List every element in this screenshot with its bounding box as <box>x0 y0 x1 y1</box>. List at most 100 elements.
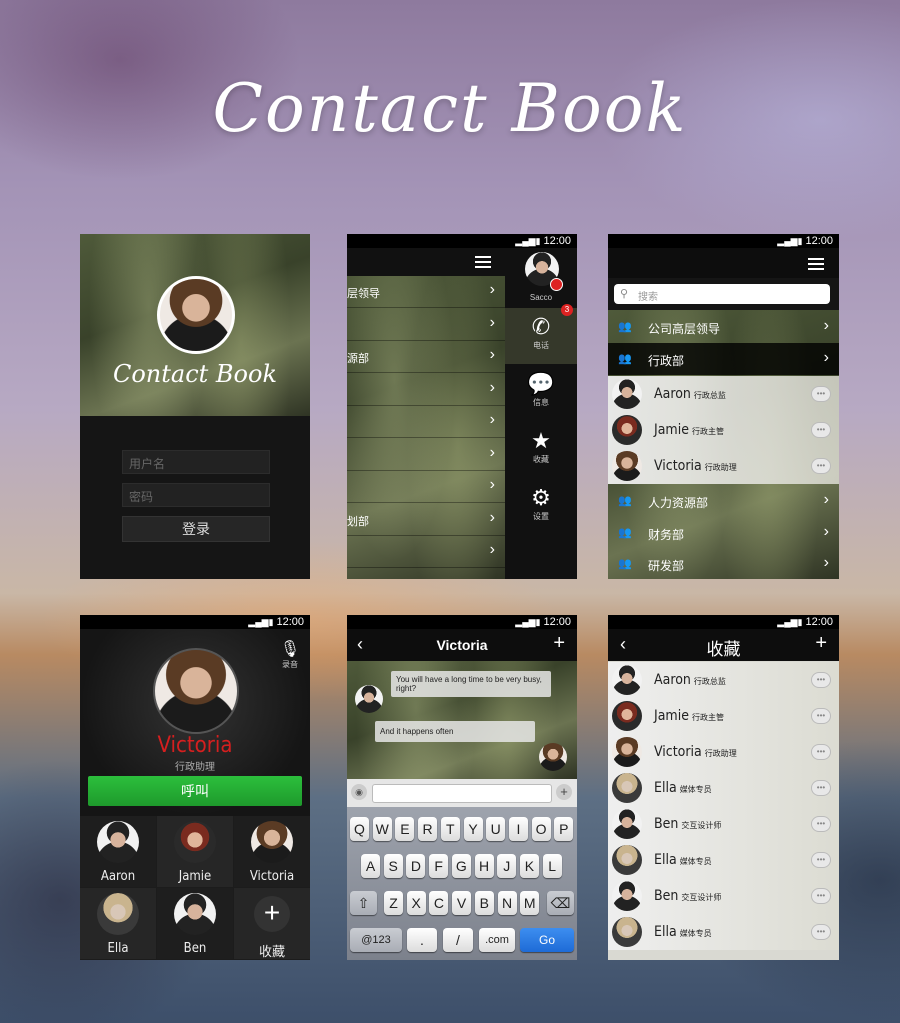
message-icon[interactable]: ••• <box>811 744 831 760</box>
message-icon[interactable]: ••• <box>811 888 831 904</box>
message-icon[interactable]: ••• <box>811 708 831 724</box>
contact-row[interactable]: Ella 媒体专员 ••• <box>608 770 839 806</box>
group-row[interactable]: 👥 公司高层领导 › <box>608 311 839 343</box>
group-row[interactable]: 👥 财务部 › <box>608 517 839 549</box>
contact-row[interactable]: Ben 交互设计师 ••• <box>608 806 839 842</box>
key-r[interactable]: R <box>418 817 438 841</box>
drawer-menu-row[interactable]: 源部 › <box>347 341 505 373</box>
quick-dial-jamie[interactable]: Jamie <box>157 816 233 887</box>
key-w[interactable]: W <box>372 817 392 841</box>
message-icon[interactable]: ••• <box>811 458 831 474</box>
key-n[interactable]: N <box>497 891 517 915</box>
login-button[interactable]: 登录 <box>122 516 270 542</box>
quick-dial-aaron[interactable]: Aaron <box>80 816 156 887</box>
key-a[interactable]: A <box>361 854 380 878</box>
numbers-key[interactable]: @123 <box>350 928 402 952</box>
contact-row[interactable]: Ella 媒体专员 ••• <box>608 914 839 950</box>
record-label: 录音 <box>282 660 298 669</box>
dotcom-key[interactable]: .com <box>479 928 515 952</box>
drawer-menu-row[interactable]: › <box>347 309 505 341</box>
contact-avatar <box>612 845 642 875</box>
key-o[interactable]: O <box>531 817 551 841</box>
quick-dial-ella[interactable]: Ella <box>80 888 156 959</box>
message-icon[interactable]: ••• <box>811 852 831 868</box>
group-row[interactable]: 👥 研发部 › <box>608 548 839 579</box>
drawer-item-star[interactable]: ★ 收藏 <box>505 422 577 478</box>
drawer-content: 层领导 › › 源部 › › › › › 划部 › › <box>347 248 505 579</box>
password-field[interactable]: 密码 <box>122 483 270 507</box>
contact-row[interactable]: Victoria 行政助理 ••• <box>608 734 839 770</box>
contact-row[interactable]: Aaron 行政总监 ••• <box>608 376 839 412</box>
call-button[interactable]: 呼叫 <box>88 776 302 806</box>
drawer-item-gear[interactable]: ⚙ 设置 <box>505 479 577 535</box>
key-c[interactable]: C <box>429 891 449 915</box>
key-j[interactable]: J <box>497 854 517 878</box>
message-icon[interactable]: ••• <box>811 422 831 438</box>
key-u[interactable]: U <box>486 817 506 841</box>
key-e[interactable]: E <box>395 817 415 841</box>
message-icon[interactable]: ••• <box>811 924 831 940</box>
message-icon[interactable]: ••• <box>811 386 831 402</box>
message-icon[interactable]: ••• <box>811 816 831 832</box>
message-icon[interactable]: ••• <box>811 672 831 688</box>
key-l[interactable]: L <box>542 854 562 878</box>
contact-role: 行政总监 <box>693 677 726 686</box>
drawer-menu-row[interactable]: 层领导 › <box>347 276 505 308</box>
key-z[interactable]: Z <box>384 891 403 915</box>
drawer-menu-row[interactable]: 划部 › <box>347 504 505 536</box>
dot-key[interactable]: . <box>407 928 437 952</box>
group-label: 公司高层领导 <box>648 322 721 336</box>
key-s[interactable]: S <box>383 854 403 878</box>
contact-row[interactable]: Jamie 行政主管 ••• <box>608 698 839 734</box>
contact-name-text: Aaron <box>654 672 691 688</box>
contact-row[interactable]: Jamie 行政主管 ••• <box>608 412 839 448</box>
drawer-menu-row[interactable]: › <box>347 439 505 471</box>
contact-row[interactable]: Ella 媒体专员 ••• <box>608 842 839 878</box>
voice-icon[interactable]: ◉ <box>351 784 367 800</box>
contact-row[interactable]: Aaron 行政总监 ••• <box>608 662 839 698</box>
group-row[interactable]: 👥 人力资源部 › <box>608 485 839 517</box>
drawer-menu-row[interactable]: › <box>347 471 505 503</box>
drawer-item-message[interactable]: 💬 信息 <box>505 365 577 421</box>
backspace-key[interactable]: ⌫ <box>547 891 574 915</box>
drawer-menu-row[interactable]: › <box>347 374 505 406</box>
key-d[interactable]: D <box>406 854 426 878</box>
menu-icon[interactable] <box>808 258 824 270</box>
contact-row[interactable]: Ben 交互设计师 ••• <box>608 878 839 914</box>
key-h[interactable]: H <box>474 854 494 878</box>
record-button[interactable]: 🎙 录音 <box>278 639 302 670</box>
key-v[interactable]: V <box>452 891 472 915</box>
add-icon[interactable]: + <box>815 632 827 655</box>
contact-row[interactable]: Victoria 行政助理 ••• <box>608 448 839 484</box>
username-placeholder: 用户名 <box>129 457 166 471</box>
key-g[interactable]: G <box>451 854 471 878</box>
quick-dial-victoria[interactable]: Victoria <box>234 816 310 887</box>
drawer-item-phone[interactable]: ✆ 电话 3 <box>505 304 577 364</box>
drawer-menu-row[interactable]: › <box>347 536 505 568</box>
drawer-menu-row[interactable]: › <box>347 406 505 438</box>
key-y[interactable]: Y <box>463 817 483 841</box>
add-favorite-button[interactable]: + 收藏 <box>234 888 310 960</box>
key-q[interactable]: Q <box>350 817 369 841</box>
message-input[interactable] <box>372 784 552 803</box>
menu-icon[interactable] <box>475 256 491 268</box>
key-f[interactable]: F <box>429 854 449 878</box>
shift-key[interactable]: ⇧ <box>350 891 377 915</box>
contact-avatar <box>612 773 642 803</box>
go-key[interactable]: Go <box>520 928 574 952</box>
key-k[interactable]: K <box>519 854 539 878</box>
quick-dial-ben[interactable]: Ben <box>157 888 233 959</box>
slash-key[interactable]: / <box>443 928 473 952</box>
key-t[interactable]: T <box>440 817 460 841</box>
message-icon[interactable]: ••• <box>811 780 831 796</box>
key-m[interactable]: M <box>520 891 540 915</box>
key-i[interactable]: I <box>508 817 528 841</box>
username-field[interactable]: 用户名 <box>122 450 270 474</box>
add-icon[interactable]: + <box>553 632 565 655</box>
plus-icon[interactable]: + <box>556 784 572 800</box>
key-p[interactable]: P <box>554 817 574 841</box>
group-row[interactable]: 👥 行政部 › <box>608 343 839 375</box>
search-input[interactable]: ⚲ 搜索 <box>614 284 830 304</box>
key-b[interactable]: B <box>474 891 494 915</box>
key-x[interactable]: X <box>406 891 426 915</box>
